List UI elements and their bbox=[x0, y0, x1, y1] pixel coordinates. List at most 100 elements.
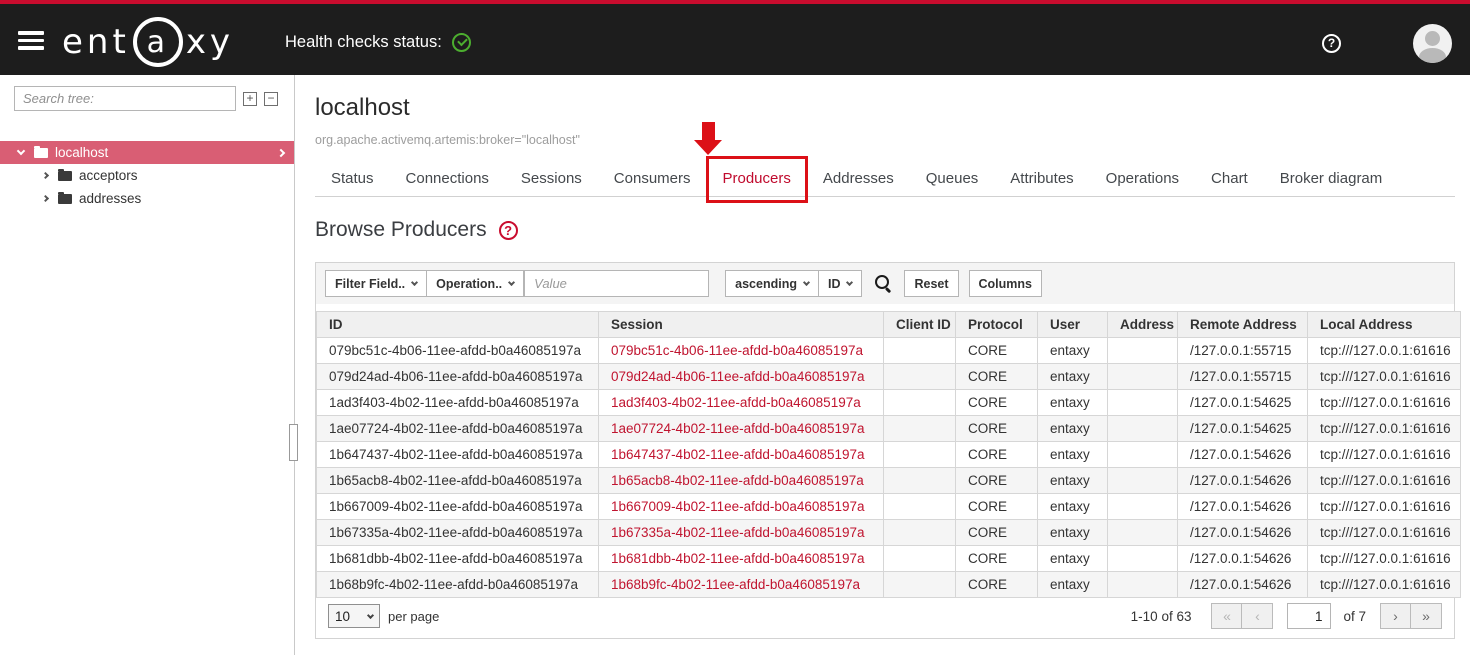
expand-all-icon[interactable]: + bbox=[243, 92, 257, 106]
tree-node-localhost[interactable]: localhost bbox=[0, 141, 294, 164]
tree-node-acceptors[interactable]: acceptors bbox=[0, 164, 294, 187]
cell-local-address: tcp:///127.0.0.1:61616 bbox=[1308, 390, 1461, 416]
session-link[interactable]: 079bc51c-4b06-11ee-afdd-b0a46085197a bbox=[611, 343, 863, 358]
sort-order-dropdown[interactable]: ascending bbox=[725, 270, 819, 297]
cell-session: 1b667009-4b02-11ee-afdd-b0a46085197a bbox=[599, 494, 884, 520]
search-tree-input[interactable] bbox=[14, 86, 236, 111]
cell-remote-address: /127.0.0.1:54625 bbox=[1178, 390, 1308, 416]
tab-connections[interactable]: Connections bbox=[390, 160, 505, 196]
chevron-down-icon[interactable] bbox=[17, 147, 25, 155]
next-page-button[interactable]: › bbox=[1380, 603, 1411, 629]
table-row: 1b647437-4b02-11ee-afdd-b0a46085197a1b64… bbox=[317, 442, 1461, 468]
cell-remote-address: /127.0.0.1:54625 bbox=[1178, 416, 1308, 442]
session-link[interactable]: 1b68b9fc-4b02-11ee-afdd-b0a46085197a bbox=[611, 577, 860, 592]
chevron-down-icon bbox=[803, 279, 810, 286]
tab-attributes[interactable]: Attributes bbox=[994, 160, 1089, 196]
per-page-label: per page bbox=[388, 609, 439, 624]
chevron-right-icon[interactable] bbox=[42, 172, 49, 179]
reset-button[interactable]: Reset bbox=[904, 270, 958, 297]
chevron-down-icon bbox=[846, 279, 853, 286]
session-link[interactable]: 079d24ad-4b06-11ee-afdd-b0a46085197a bbox=[611, 369, 864, 384]
operation-dropdown[interactable]: Operation.. bbox=[427, 270, 524, 297]
cell-address bbox=[1108, 390, 1178, 416]
session-link[interactable]: 1b65acb8-4b02-11ee-afdd-b0a46085197a bbox=[611, 473, 864, 488]
table-header-row: IDSessionClient IDProtocolUserAddressRem… bbox=[317, 312, 1461, 338]
session-link[interactable]: 1ad3f403-4b02-11ee-afdd-b0a46085197a bbox=[611, 395, 861, 410]
session-link[interactable]: 1b681dbb-4b02-11ee-afdd-b0a46085197a bbox=[611, 551, 864, 566]
sort-field-dropdown[interactable]: ID bbox=[819, 270, 863, 297]
table-row: 1ad3f403-4b02-11ee-afdd-b0a46085197a 1ad3… bbox=[317, 390, 1461, 416]
tab-sessions[interactable]: Sessions bbox=[505, 160, 598, 196]
page-size-select[interactable]: 10 bbox=[328, 604, 380, 628]
app-header: entaxy Health checks status: ? bbox=[0, 0, 1470, 75]
tree-node-addresses[interactable]: addresses bbox=[0, 187, 294, 210]
first-page-button[interactable]: « bbox=[1211, 603, 1242, 629]
cell-address bbox=[1108, 364, 1178, 390]
cell-remote-address: /127.0.0.1:54626 bbox=[1178, 520, 1308, 546]
sidebar-splitter-handle[interactable] bbox=[289, 424, 298, 461]
folder-icon bbox=[34, 148, 48, 158]
logo-text-post: xy bbox=[186, 22, 234, 62]
chevron-right-icon[interactable] bbox=[42, 195, 49, 202]
health-ok-check-icon[interactable] bbox=[452, 33, 471, 52]
tab-operations[interactable]: Operations bbox=[1090, 160, 1195, 196]
cell-id: 1b667009-4b02-11ee-afdd-b0a46085197a bbox=[317, 494, 599, 520]
session-link[interactable]: 1b67335a-4b02-11ee-afdd-b0a46085197a bbox=[611, 525, 864, 540]
cell-id: 1b67335a-4b02-11ee-afdd-b0a46085197a bbox=[317, 520, 599, 546]
broker-tree: localhost acceptorsaddresses bbox=[0, 141, 294, 210]
tab-addresses[interactable]: Addresses bbox=[807, 160, 910, 196]
tab-producers[interactable]: Producers bbox=[707, 160, 807, 196]
cell-protocol: CORE bbox=[956, 390, 1038, 416]
collapse-all-icon[interactable]: − bbox=[264, 92, 278, 106]
session-link[interactable]: 1b667009-4b02-11ee-afdd-b0a46085197a bbox=[611, 499, 864, 514]
session-link[interactable]: 1ae07724-4b02-11ee-afdd-b0a46085197a bbox=[611, 421, 864, 436]
page-size-value: 10 bbox=[335, 609, 350, 624]
prev-page-button[interactable]: ‹ bbox=[1242, 603, 1273, 629]
cell-id: 079bc51c-4b06-11ee-afdd-b0a46085197a bbox=[317, 338, 599, 364]
filter-value-input[interactable] bbox=[524, 270, 709, 297]
cell-session: 1ad3f403-4b02-11ee-afdd-b0a46085197a bbox=[599, 390, 884, 416]
cell-session: 1b65acb8-4b02-11ee-afdd-b0a46085197a bbox=[599, 468, 884, 494]
cell-user: entaxy bbox=[1038, 338, 1108, 364]
tab-broker-diagram[interactable]: Broker diagram bbox=[1264, 160, 1399, 196]
cell-protocol: CORE bbox=[956, 520, 1038, 546]
cell-local-address: tcp:///127.0.0.1:61616 bbox=[1308, 442, 1461, 468]
cell-client-id bbox=[884, 416, 956, 442]
help-icon[interactable]: ? bbox=[1322, 34, 1341, 53]
logo-text-pre: ent bbox=[62, 22, 130, 62]
tab-status[interactable]: Status bbox=[315, 160, 390, 196]
session-link[interactable]: 1b647437-4b02-11ee-afdd-b0a46085197a bbox=[611, 447, 864, 462]
cell-local-address: tcp:///127.0.0.1:61616 bbox=[1308, 416, 1461, 442]
last-page-button[interactable]: » bbox=[1411, 603, 1442, 629]
cell-local-address: tcp:///127.0.0.1:61616 bbox=[1308, 494, 1461, 520]
cell-user: entaxy bbox=[1038, 364, 1108, 390]
table-row: 079d24ad-4b06-11ee-afdd-b0a46085197a079d… bbox=[317, 364, 1461, 390]
table-row: 1b667009-4b02-11ee-afdd-b0a46085197a 1b66… bbox=[317, 494, 1461, 520]
filter-field-dropdown[interactable]: Filter Field.. bbox=[325, 270, 427, 297]
help-question-icon[interactable]: ? bbox=[499, 221, 518, 240]
health-status-label: Health checks status: bbox=[285, 33, 442, 52]
menu-hamburger-icon[interactable] bbox=[18, 31, 44, 51]
columns-button[interactable]: Columns bbox=[969, 270, 1042, 297]
cell-client-id bbox=[884, 520, 956, 546]
column-header-client-id: Client ID bbox=[884, 312, 956, 338]
tree-node-label: localhost bbox=[55, 145, 108, 160]
folder-icon bbox=[58, 171, 72, 181]
chevron-down-icon bbox=[411, 279, 418, 286]
tab-queues[interactable]: Queues bbox=[910, 160, 995, 196]
current-page-input[interactable] bbox=[1287, 603, 1331, 629]
chevron-right-icon[interactable] bbox=[277, 148, 285, 156]
producers-panel: Filter Field.. Operation.. ascending ID … bbox=[315, 262, 1455, 639]
cell-address bbox=[1108, 468, 1178, 494]
tab-consumers[interactable]: Consumers bbox=[598, 160, 707, 196]
search-icon[interactable] bbox=[874, 274, 894, 294]
table-row: 1b67335a-4b02-11ee-afdd-b0a46085197a 1b67… bbox=[317, 520, 1461, 546]
tab-chart[interactable]: Chart bbox=[1195, 160, 1264, 196]
annotation-arrow-icon bbox=[694, 122, 723, 155]
cell-protocol: CORE bbox=[956, 442, 1038, 468]
cell-client-id bbox=[884, 442, 956, 468]
table-row: 1ae07724-4b02-11ee-afdd-b0a46085197a1ae0… bbox=[317, 416, 1461, 442]
section-title: Browse Producers ? bbox=[315, 218, 518, 242]
user-avatar[interactable] bbox=[1413, 24, 1452, 63]
cell-id: 1ad3f403-4b02-11ee-afdd-b0a46085197a bbox=[317, 390, 599, 416]
